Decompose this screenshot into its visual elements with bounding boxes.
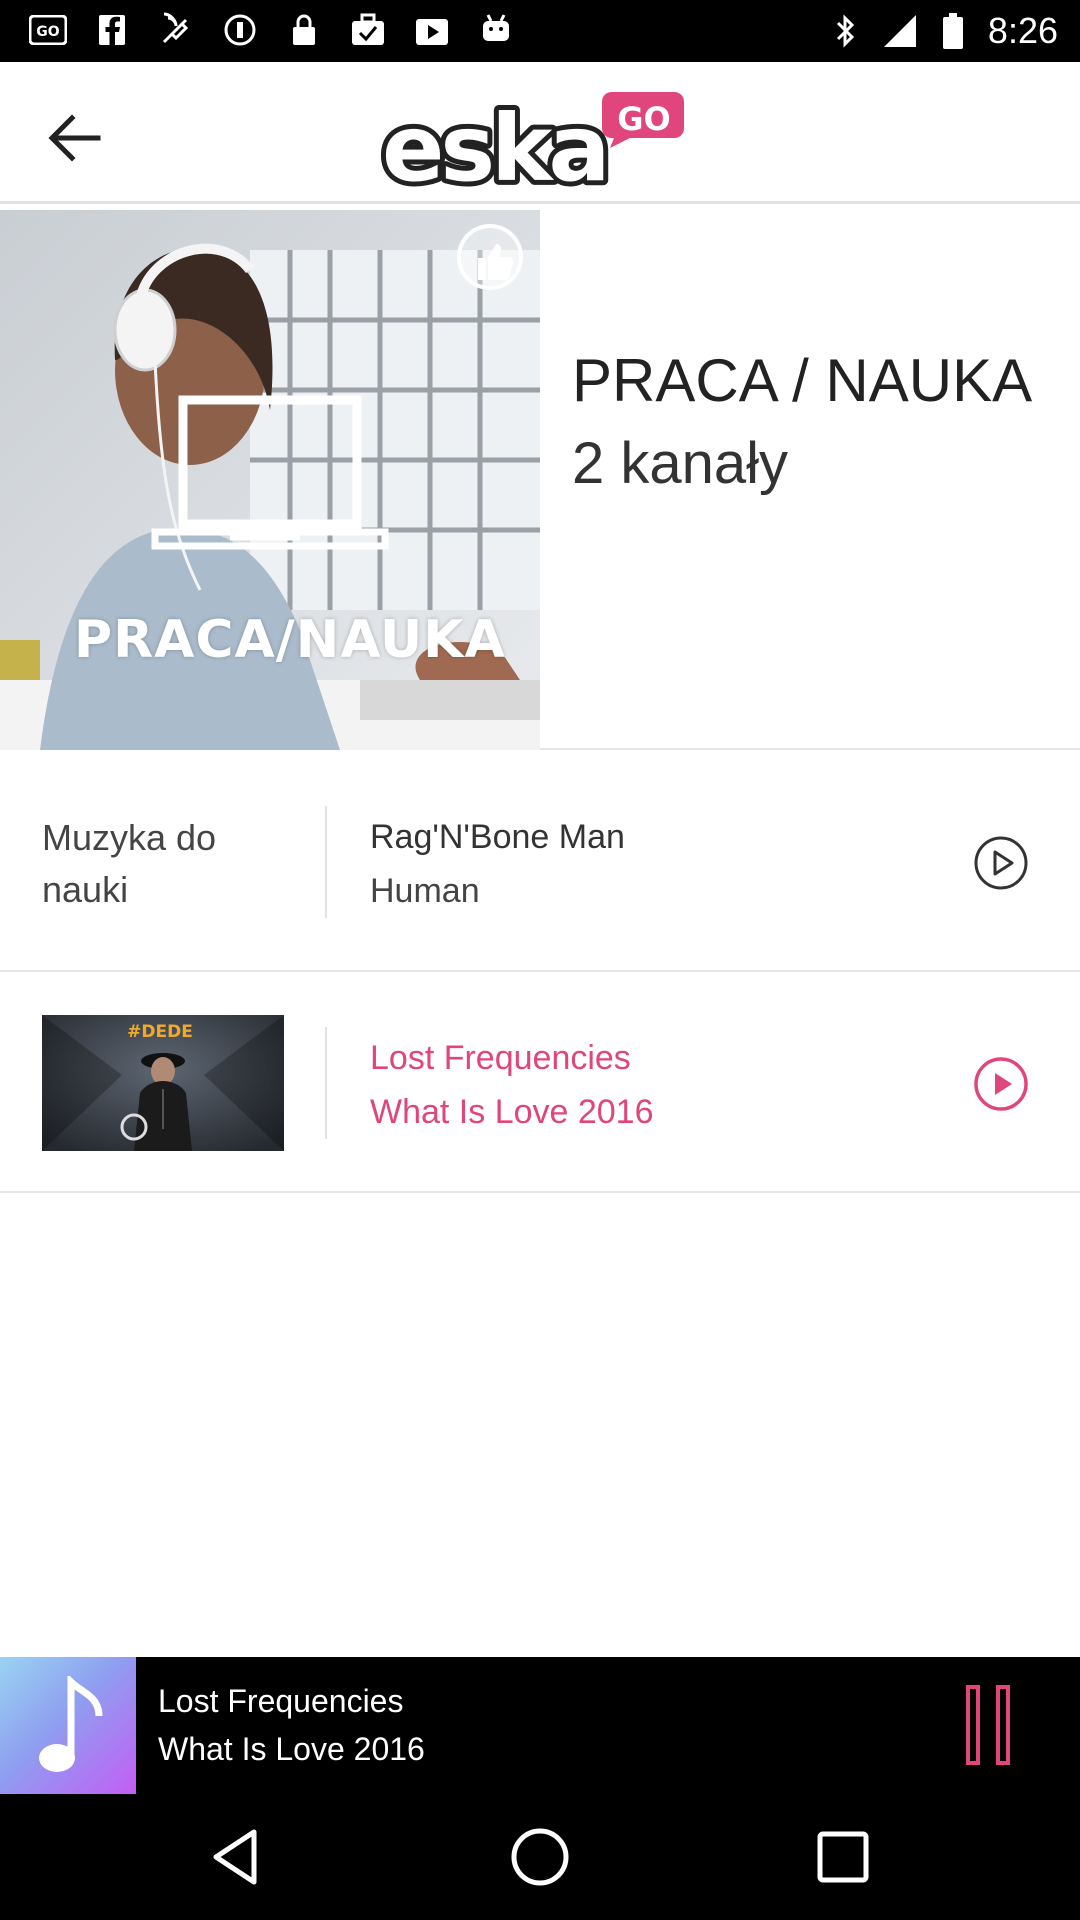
category-hero: PRACA/NAUKA PRACA / NAUKA 2 kanały: [0, 210, 1080, 750]
status-bar: GO 8:26: [0, 0, 1080, 62]
category-title: PRACA / NAUKA: [572, 347, 1033, 414]
channel-row[interactable]: Muzyka do nauki Rag'N'Bone Man Human: [0, 752, 1080, 972]
now-playing-artist: Lost Frequencies: [158, 1683, 404, 1719]
go-app-icon: GO: [28, 12, 68, 48]
track-title: Human: [370, 872, 480, 910]
category-image-label: PRACA/NAUKA: [74, 610, 506, 670]
android-icon: [476, 12, 516, 48]
blocked-icon: [220, 12, 260, 48]
arrow-left-icon: [48, 114, 101, 162]
track-title: What Is Love 2016: [370, 1093, 654, 1131]
now-playing-bar[interactable]: Lost Frequencies What Is Love 2016: [0, 1657, 1080, 1794]
row-divider: [325, 1027, 327, 1139]
category-image: PRACA/NAUKA: [0, 210, 540, 750]
lock-icon: [284, 12, 324, 48]
battery-icon: [942, 13, 963, 49]
nav-recents-button[interactable]: [810, 1824, 876, 1890]
facebook-icon: [92, 12, 132, 48]
play-circle-icon: [974, 1057, 1028, 1111]
nav-home-button[interactable]: [507, 1824, 573, 1890]
triangle-back-icon: [213, 1829, 257, 1885]
play-button[interactable]: [972, 834, 1030, 892]
circle-home-icon: [511, 1828, 569, 1886]
bluetooth-icon: [836, 14, 855, 48]
logo-badge: GO: [617, 100, 670, 138]
square-recents-icon: [817, 1831, 869, 1883]
now-playing-title: What Is Love 2016: [158, 1731, 425, 1767]
logo-wordmark: eska: [382, 95, 606, 194]
pause-button[interactable]: [948, 1685, 1028, 1769]
thumbnail-label: #DEDE: [127, 1022, 193, 1042]
track-artist: Lost Frequencies: [370, 1039, 631, 1077]
check-briefcase-icon: [348, 12, 388, 48]
channel-thumbnail: #DEDE: [42, 1015, 284, 1151]
back-button[interactable]: [36, 100, 112, 176]
channel-row[interactable]: #DEDE Lost Frequencies What Is Love 2016: [0, 973, 1080, 1193]
fake-gps-icon: [156, 12, 196, 48]
channel-name: Muzyka do nauki: [42, 817, 217, 910]
signal-icon: [883, 15, 916, 47]
nav-back-button[interactable]: [204, 1824, 270, 1890]
music-note-icon: [39, 1675, 103, 1772]
play-store-icon: [412, 12, 452, 48]
now-playing-artwork: [0, 1657, 136, 1794]
eska-go-logo: eska GO: [377, 84, 700, 207]
status-time: 8:26: [987, 10, 1058, 51]
system-navigation-bar: [0, 1794, 1080, 1920]
pause-icon: [966, 1685, 980, 1765]
row-divider: [325, 806, 327, 918]
channel-count: 2 kanały: [572, 431, 789, 496]
app-header: eska GO: [0, 62, 1080, 207]
play-button[interactable]: [972, 1055, 1030, 1113]
like-button[interactable]: [456, 226, 522, 292]
notification-icons: GO: [28, 12, 516, 48]
track-artist: Rag'N'Bone Man: [370, 818, 625, 856]
play-circle-icon: [974, 836, 1028, 890]
system-status: 8:26: [834, 10, 1058, 52]
svg-text:GO: GO: [36, 24, 59, 40]
